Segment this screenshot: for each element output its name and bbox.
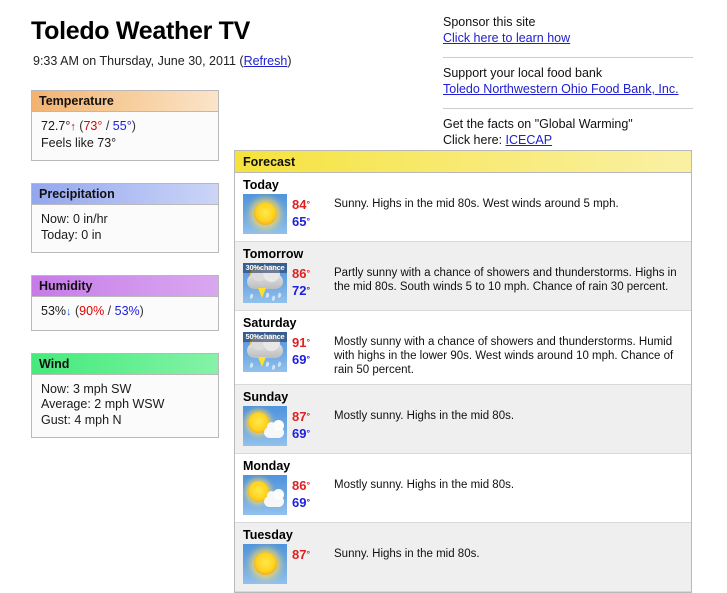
page-title: Toledo Weather TV [31,17,250,45]
forecast-row-saturday: Saturday 50%chance 91° 69° Mostly sunny … [235,311,691,385]
forecast-row-sunday: Sunday 87° 69° Mostly sunny. Highs in th… [235,385,691,454]
temperature-separator: / [102,119,113,133]
humidity-close-paren: ) [139,304,144,318]
wind-panel-header: Wind [32,353,218,375]
forecast-day-label: Saturday [243,316,297,330]
mostly-sunny-icon [243,475,287,515]
sunny-icon [243,194,287,234]
forecast-description: Sunny. Highs in the mid 80s. West winds … [334,198,619,210]
thunderstorm-icon: 50%chance [243,332,287,372]
forecast-description: Sunny. Highs in the mid 80s. [334,548,480,560]
temperature-low: 55° [112,119,132,133]
humidity-current: 53% [41,304,67,318]
forecast-panel-header: Forecast [235,151,691,173]
thunderstorm-icon: 30%chance [243,263,287,303]
humidity-low: 53% [114,304,140,318]
forecast-day-label: Monday [243,459,291,473]
forecast-row-tomorrow: Tomorrow 30%chance 86° 72° Partly sunny … [235,242,691,311]
sponsor-block-icecap: Get the facts on "Global Warming" Click … [443,116,693,153]
temperature-current-line: 72.7°↑ (73° / 55°) [41,119,209,136]
temperature-high: 73° [83,119,103,133]
temperature-panel-body: 72.7°↑ (73° / 55°) Feels like 73° [32,112,218,160]
wind-panel: Wind Now: 3 mph SW Average: 2 mph WSW Gu… [31,352,219,438]
conditions-sidebar: Temperature 72.7°↑ (73° / 55°) Feels lik… [31,90,219,460]
forecast-day-label: Tuesday [243,528,293,542]
forecast-high: 91 [292,335,307,350]
forecast-low: 69 [292,426,307,441]
mostly-sunny-icon [243,406,287,446]
sponsor-icecap-text: Get the facts on "Global Warming" [443,117,633,131]
forecast-row-tuesday: Tuesday 87° Sunny. Highs in the mid 80s. [235,523,691,592]
temperature-panel: Temperature 72.7°↑ (73° / 55°) Feels lik… [31,90,219,161]
forecast-high: 86 [292,266,307,281]
temperature-current: 72.7° [41,119,71,133]
forecast-description: Partly sunny with a chance of showers an… [334,267,677,293]
humidity-panel: Humidity 53%↓ (90% / 53%) [31,275,219,331]
temperature-close-paren: ) [131,119,136,133]
temperature-panel-header: Temperature [32,91,218,112]
sunny-icon [243,544,287,584]
forecast-description: Mostly sunny. Highs in the mid 80s. [334,479,515,491]
forecast-low: 65 [292,214,307,229]
wind-gust: Gust: 4 mph N [41,412,122,427]
forecast-low: 72 [292,283,307,298]
timestamp-text: 9:33 AM on Thursday, June 30, 2011 ( [33,54,244,68]
humidity-panel-header: Humidity [32,276,218,297]
forecast-row-monday: Monday 86° 69° Mostly sunny. Highs in th… [235,454,691,523]
forecast-description: Mostly sunny with a chance of showers an… [334,336,674,376]
forecast-description: Mostly sunny. Highs in the mid 80s. [334,410,515,422]
humidity-current-line: 53%↓ (90% / 53%) [41,304,209,321]
precipitation-panel: Precipitation Now: 0 in/hr Today: 0 in [31,183,219,253]
wind-panel-body: Now: 3 mph SW Average: 2 mph WSW Gust: 4… [32,374,218,437]
precipitation-now: Now: 0 in/hr [41,212,108,226]
sponsor-icecap-link[interactable]: ICECAP [506,133,553,147]
forecast-day-label: Tomorrow [243,247,304,261]
forecast-panel: Forecast Today 84° 65° Sunny. Highs in t… [234,150,692,593]
temperature-feels-like: Feels like 73° [41,135,117,150]
forecast-high: 87 [292,409,307,424]
precipitation-today: Today: 0 in [41,227,102,242]
sponsor-foodbank-link[interactable]: Toledo Northwestern Ohio Food Bank, Inc. [443,82,679,96]
sponsor-icecap-prefix: Click here: [443,133,506,147]
sponsor-column: Sponsor this site Click here to learn ho… [443,14,693,153]
humidity-separator: / [104,304,115,318]
forecast-low: 69 [292,495,307,510]
forecast-day-label: Today [243,178,279,192]
wind-average: Average: 2 mph WSW [41,397,165,411]
sponsor-block-foodbank: Support your local food bank Toledo Nort… [443,65,693,102]
forecast-high: 84 [292,197,307,212]
chance-badge: 50%chance [243,332,287,342]
sponsor-block-site: Sponsor this site Click here to learn ho… [443,14,693,51]
timestamp-line: 9:33 AM on Thursday, June 30, 2011 (Refr… [33,54,292,68]
timestamp-close: ) [287,54,292,68]
chance-badge: 30%chance [243,263,287,273]
sponsor-site-link[interactable]: Click here to learn how [443,31,570,45]
precipitation-panel-header: Precipitation [32,184,218,205]
forecast-low: 69 [292,352,307,367]
sponsor-divider-2 [443,108,693,109]
sponsor-site-text: Sponsor this site [443,15,536,29]
forecast-row-today: Today 84° 65° Sunny. Highs in the mid 80… [235,173,691,242]
sponsor-divider-1 [443,57,693,58]
humidity-high: 90% [79,304,105,318]
humidity-panel-body: 53%↓ (90% / 53%) [32,297,218,330]
sponsor-foodbank-text: Support your local food bank [443,66,603,80]
precipitation-panel-body: Now: 0 in/hr Today: 0 in [32,205,218,252]
refresh-link[interactable]: Refresh [244,54,288,68]
forecast-day-label: Sunday [243,390,289,404]
forecast-high: 86 [292,478,307,493]
forecast-high: 87 [292,547,307,562]
wind-now: Now: 3 mph SW [41,381,132,396]
